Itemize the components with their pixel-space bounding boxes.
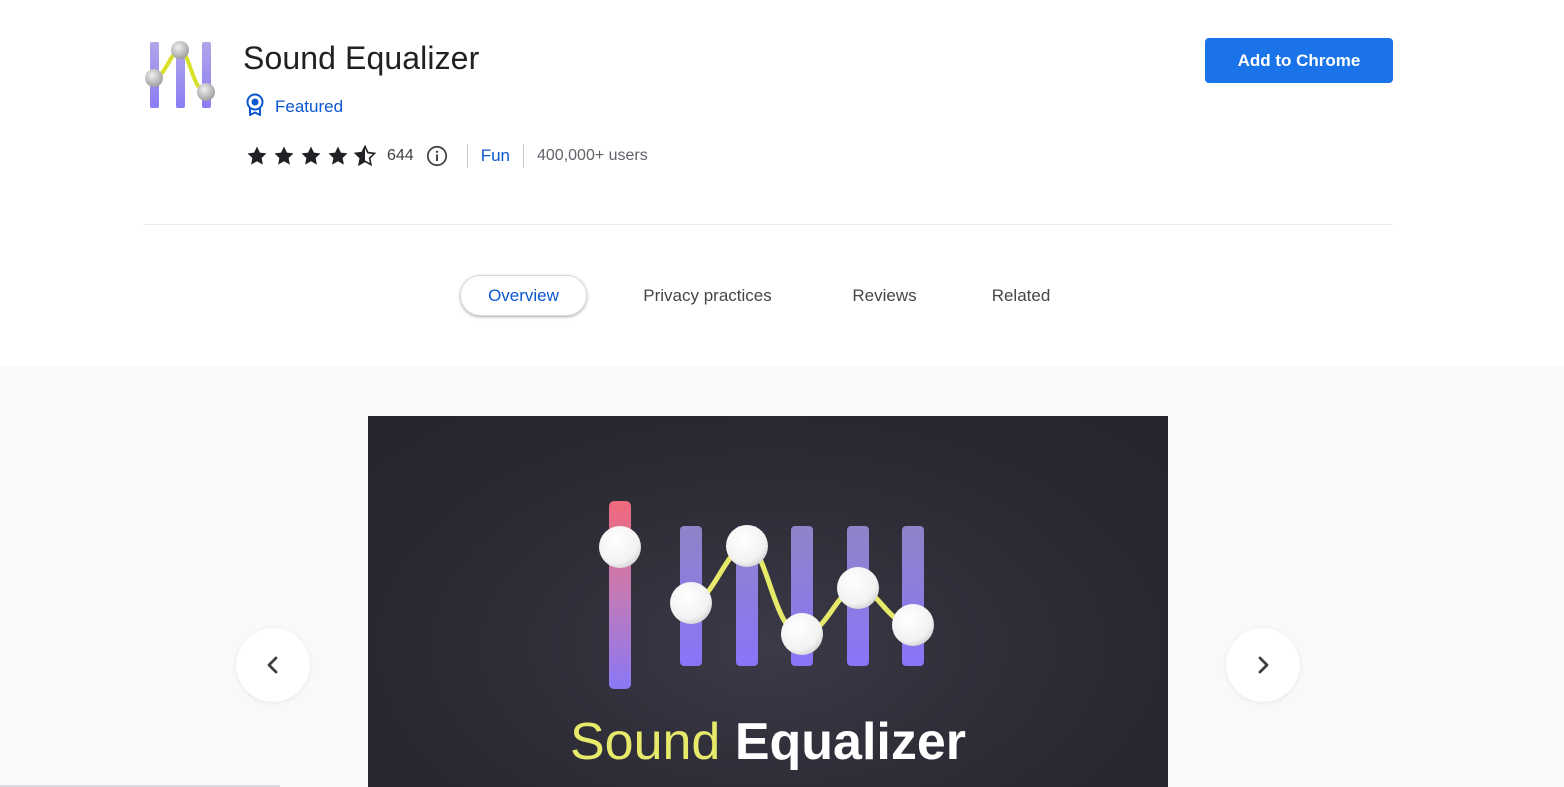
extension-page: Sound Equalizer Featured 644 Fun 400,000… [0,0,1564,787]
tab-reviews[interactable]: Reviews [838,275,931,316]
tab-privacy-practices[interactable]: Privacy practices [624,275,791,316]
extension-title: Sound Equalizer [243,40,480,76]
star-icon [274,146,294,165]
gallery-prev-button[interactable] [236,628,310,702]
category-link[interactable]: Fun [481,146,510,166]
chevron-right-icon [1258,656,1269,674]
featured-badge-icon [244,93,266,122]
meta-divider [466,144,468,168]
star-rating [244,144,378,168]
meta-divider [523,144,524,168]
half-star-icon [353,144,377,167]
star-icon [301,146,321,165]
slide-caption-equalizer: Equalizer [734,713,966,771]
rating-count: 644 [387,147,414,164]
add-to-chrome-button[interactable]: Add to Chrome [1205,38,1393,83]
featured-label: Featured [275,97,344,116]
gallery-next-button[interactable] [1226,628,1300,702]
slide-caption-sound: Sound [569,713,721,771]
info-icon[interactable] [426,145,448,167]
gallery-slide: Sound Equalizer [368,416,1168,787]
star-icon [328,146,348,165]
chevron-left-icon [267,656,278,674]
user-count: 400,000+ users [537,147,648,164]
star-icon [247,146,267,165]
header-divider [143,224,1393,225]
extension-logo-icon [143,40,217,112]
featured-badge[interactable]: Featured [244,93,344,122]
extension-meta-row: 644 Fun 400,000+ users [244,143,648,169]
tab-overview[interactable]: Overview [460,275,587,316]
tab-related[interactable]: Related [976,275,1066,316]
slide-caption: Sound Equalizer [368,712,1168,772]
